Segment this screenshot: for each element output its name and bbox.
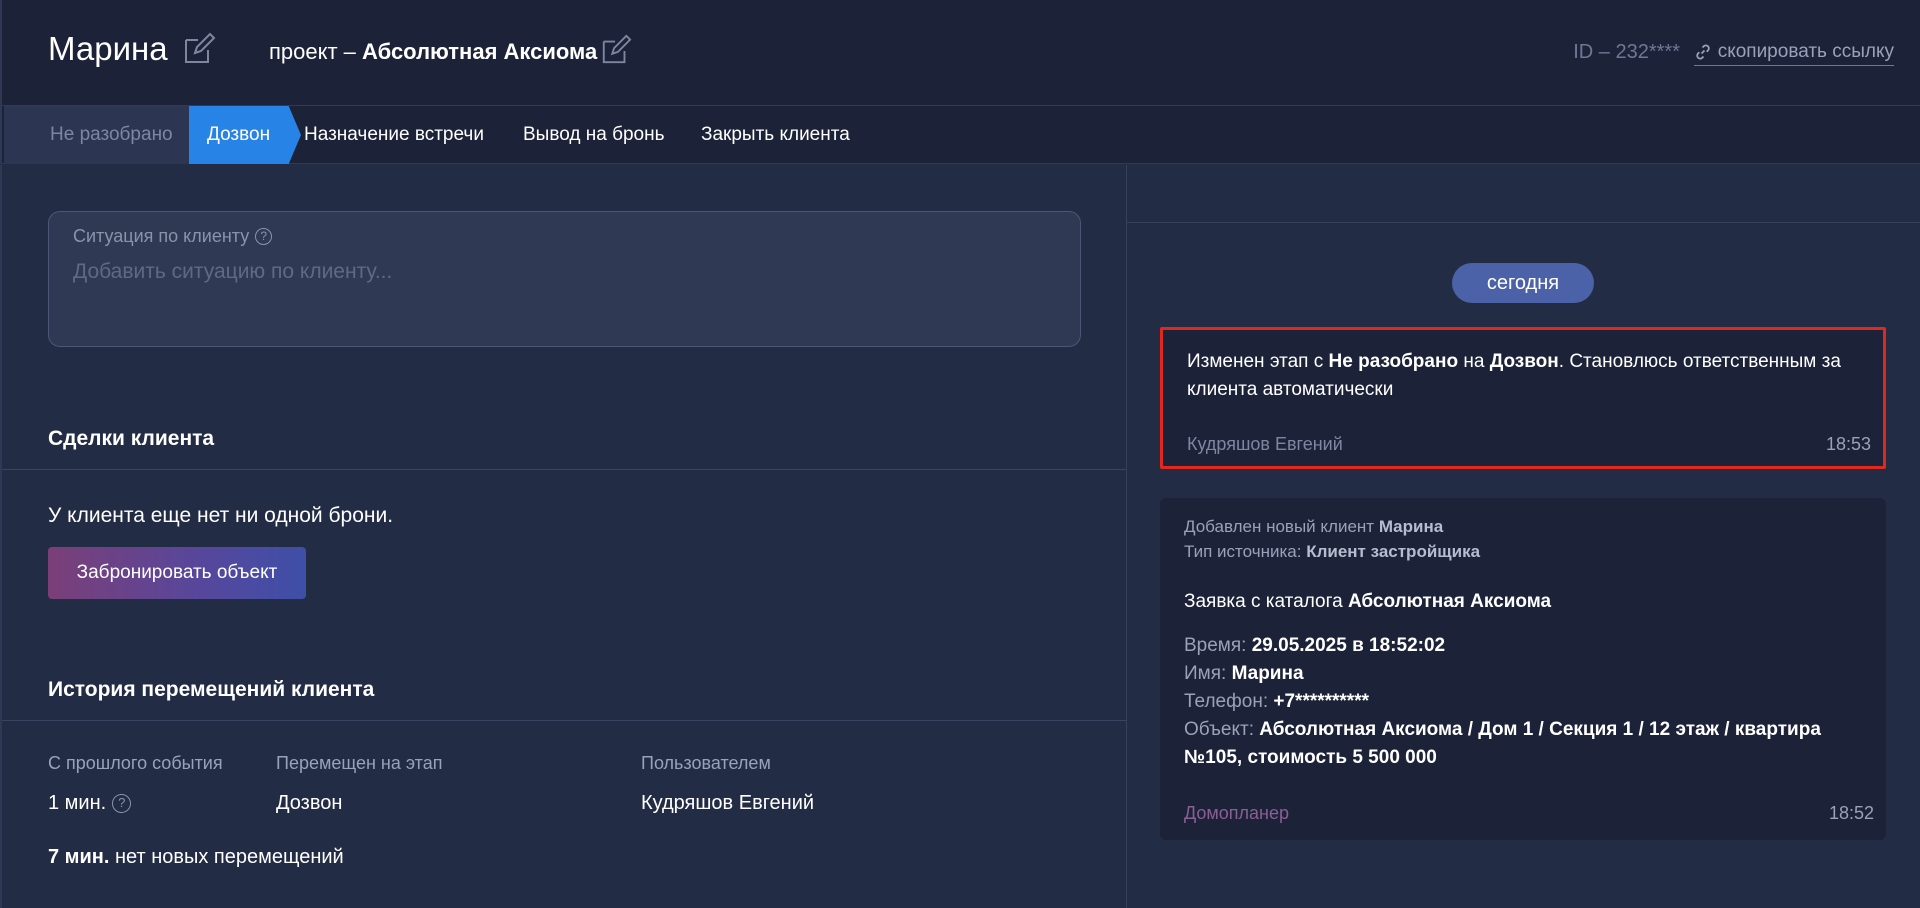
detail-value: 29.05.2025 в 18:52:02 <box>1251 635 1446 656</box>
history-divider <box>2 720 1126 721</box>
feed-top-divider <box>1127 222 1920 223</box>
history-since-value: 1 мин. <box>48 792 107 814</box>
situation-label-text: Ситуация по клиенту <box>73 226 250 246</box>
copy-link-label: скопировать ссылку <box>1717 41 1894 62</box>
stage-calling[interactable]: Дозвон <box>189 106 301 164</box>
no-moves-label: нет новых перемещений <box>114 846 344 868</box>
link-icon <box>1696 44 1710 60</box>
client-name: Марина <box>48 30 168 67</box>
event-time: 18:52 <box>1828 803 1874 823</box>
event-text-part: Изменен этап с <box>1187 351 1329 372</box>
request-label: Заявка с каталога <box>1184 591 1343 612</box>
event-source: Тип источника: Клиент застройщика <box>1184 539 1480 565</box>
project-name: Абсолютная Аксиома <box>362 39 598 64</box>
col-head-since: С прошлого события <box>48 753 223 773</box>
situation-label: Ситуация по клиенту ? <box>73 226 273 247</box>
event-text-part: на <box>1458 351 1490 372</box>
request-value: Абсолютная Аксиома <box>1347 591 1552 612</box>
detail-object: Объект: Абсолютная Аксиома / Дом 1 / Сек… <box>1184 716 1824 772</box>
stage-not-sorted[interactable]: Не разобрано <box>4 106 189 164</box>
deals-divider <box>2 469 1126 470</box>
stage-pipeline: Не разобрано Дозвон Назначение встречи В… <box>0 106 1920 164</box>
event-author: Домопланер <box>1184 803 1290 823</box>
event-new-client: Добавлен новый клиент Марина Тип источни… <box>1160 498 1886 840</box>
source-label: Тип источника: <box>1184 542 1302 561</box>
detail-phone: Телефон: +7********** <box>1184 688 1824 716</box>
event-from-stage: Не разобрано <box>1328 351 1459 372</box>
event-details: Время: 29.05.2025 в 18:52:02 Имя: Марина… <box>1184 632 1824 772</box>
event-to-stage: Дозвон <box>1489 351 1559 372</box>
help-icon[interactable]: ? <box>255 228 273 245</box>
event-time: 18:53 <box>1825 434 1871 454</box>
event-text: Изменен этап с Не разобрано на Дозвон. С… <box>1187 348 1877 404</box>
added-label: Добавлен новый клиент <box>1184 517 1375 536</box>
event-added: Добавлен новый клиент Марина <box>1184 514 1443 540</box>
col-head-stage: Перемещен на этап <box>276 753 443 773</box>
detail-time: Время: 29.05.2025 в 18:52:02 <box>1184 632 1824 660</box>
history-stage: Дозвон <box>276 792 343 814</box>
detail-name: Имя: Марина <box>1184 660 1824 688</box>
project-line: проект – Абсолютная Аксиома <box>269 38 597 66</box>
event-author: Кудряшов Евгений <box>1187 434 1343 454</box>
detail-value: Абсолютная Аксиома / Дом 1 / Секция 1 / … <box>1184 719 1821 768</box>
event-request: Заявка с каталога Абсолютная Аксиома <box>1184 588 1551 616</box>
book-object-button[interactable]: Забронировать объект <box>48 547 306 599</box>
header: Марина проект – Абсолютная Аксиома ID – … <box>0 0 1920 106</box>
column-divider <box>1126 165 1127 908</box>
stage-close-client[interactable]: Закрыть клиента <box>701 106 850 164</box>
detail-label: Объект: <box>1184 719 1254 740</box>
no-moves-text: 7 мин. нет новых перемещений <box>48 846 344 869</box>
client-id: ID – 232**** <box>1573 41 1680 63</box>
help-icon[interactable]: ? <box>112 794 132 813</box>
situation-box: Ситуация по клиенту ? <box>48 211 1081 347</box>
detail-value: +7********** <box>1273 691 1369 712</box>
deals-title: Сделки клиента <box>48 427 215 450</box>
history-user: Кудряшов Евгений <box>641 792 815 814</box>
day-pill: сегодня <box>1452 263 1594 303</box>
project-prefix: проект – <box>269 39 356 64</box>
stage-booking[interactable]: Вывод на бронь <box>523 106 664 164</box>
detail-value: Марина <box>1231 663 1304 684</box>
added-value: Марина <box>1378 517 1444 536</box>
event-stage-change: Изменен этап с Не разобрано на Дозвон. С… <box>1160 327 1886 469</box>
copy-link[interactable]: скопировать ссылку <box>1693 39 1894 66</box>
history-since: 1 мин. ? <box>48 792 132 815</box>
situation-input[interactable] <box>73 260 1053 284</box>
source-value: Клиент застройщика <box>1306 542 1481 561</box>
no-moves-duration: 7 мин. <box>48 846 110 868</box>
edit-name-icon[interactable] <box>182 32 216 66</box>
edit-project-icon[interactable] <box>600 34 632 66</box>
detail-label: Телефон: <box>1184 691 1269 712</box>
no-deals-text: У клиента еще нет ни одной брони. <box>48 504 394 527</box>
detail-label: Время: <box>1184 635 1247 656</box>
col-head-user: Пользователем <box>641 753 771 773</box>
history-title: История перемещений клиента <box>48 678 375 701</box>
detail-label: Имя: <box>1184 663 1227 684</box>
left-frame <box>0 165 2 908</box>
stage-meeting[interactable]: Назначение встречи <box>304 106 484 164</box>
